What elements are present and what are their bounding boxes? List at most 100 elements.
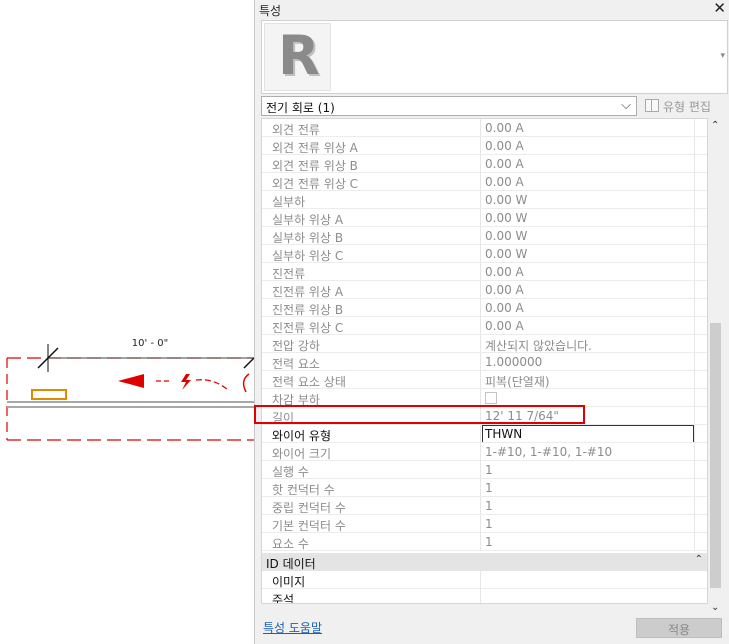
property-row[interactable]: 중립 컨덕터 수1 [262,497,707,515]
column-separator [694,515,695,533]
property-row[interactable]: 외견 전류 위상 A 0.00 A [262,137,707,155]
group-header-id-data[interactable]: ID 데이터 ⌃ [262,553,707,571]
panel-title: 특성 [259,4,282,18]
column-separator [694,155,695,173]
property-value: 0.00 W [485,211,528,225]
column-separator [694,497,695,515]
property-row[interactable]: 차감 부하 [262,389,707,407]
instance-filter-label: 전기 회로 (1) [266,101,335,115]
group-header-label: ID 데이터 [266,557,316,571]
scroll-up-icon[interactable]: ⌃ [711,120,719,131]
column-separator [694,209,695,227]
column-separator [480,533,481,551]
property-value: 0.00 A [485,283,524,297]
property-row[interactable]: 이미지 [262,571,707,589]
property-value: 1 [485,535,493,549]
circuit-arc [195,379,229,391]
canvas-drawing[interactable]: 10' - 0" [0,0,254,644]
property-value: 12' 11 7/64" [485,409,559,423]
instance-filter-select[interactable]: 전기 회로 (1) ⌵ [261,96,637,116]
property-value: 1 [485,463,493,477]
column-separator [694,173,695,191]
column-separator [480,299,481,317]
property-value: 1.000000 [485,355,543,369]
property-row[interactable]: 와이어 크기 1-#10, 1-#10, 1-#10 [262,443,707,461]
property-row[interactable]: 외견 전류 0.00 A [262,119,707,137]
column-separator [480,335,481,353]
properties-help-link[interactable]: 특성 도움말 [263,619,322,636]
property-row[interactable]: 실부하 위상 B 0.00 W [262,227,707,245]
column-separator [694,245,695,263]
column-separator [480,479,481,497]
edit-type-icon [645,99,659,112]
column-separator [480,245,481,263]
row-divider [262,550,707,551]
column-separator [480,191,481,209]
property-row[interactable]: 전력 요소 1.000000 [262,353,707,371]
column-separator [694,137,695,155]
property-value[interactable]: THWN [485,427,695,441]
column-separator [480,263,481,281]
column-separator [480,371,481,389]
property-row[interactable]: 실부하 0.00 W [262,191,707,209]
property-row[interactable]: 실부하 위상 C 0.00 W [262,245,707,263]
collapse-icon[interactable]: ⌃ [695,554,703,565]
edit-type-label: 유형 편집 [663,100,711,114]
scroll-down-icon[interactable]: ⌄ [711,602,719,613]
property-row[interactable]: 진전류 위상 C 0.00 A [262,317,707,335]
property-row[interactable]: 전압 강하 계산되지 않았습니다. [262,335,707,353]
electrical-component [31,389,67,400]
property-row[interactable]: 요소 수1 [262,533,707,551]
column-separator [694,353,695,371]
column-separator [694,461,695,479]
close-icon[interactable]: ✕ [713,0,726,17]
property-row[interactable]: 외견 전류 위상 C 0.00 A [262,173,707,191]
edit-type-button[interactable]: 유형 편집 [643,96,728,116]
property-row[interactable]: 기본 컨덕터 수1 [262,515,707,533]
property-value: 1 [485,499,493,513]
column-separator [480,389,481,407]
property-row[interactable]: 진전류 위상 B 0.00 A [262,299,707,317]
property-checkbox[interactable] [485,392,497,404]
property-row[interactable]: 실행 수1 [262,461,707,479]
chevron-down-icon[interactable]: ⌵ [621,98,631,113]
panel-titlebar[interactable]: 특성 ✕ [255,0,729,18]
column-separator [480,119,481,137]
property-row[interactable]: 진전류 0.00 A [262,263,707,281]
property-row[interactable]: 핫 컨덕터 수1 [262,479,707,497]
property-value: 0.00 A [485,301,524,315]
revit-logo-letter: R [278,24,320,87]
property-row[interactable]: 진전류 위상 A 0.00 A [262,281,707,299]
column-separator [480,443,481,461]
type-selector[interactable]: R ▾ [261,20,728,94]
property-value: 0.00 A [485,139,524,153]
column-separator [480,155,481,173]
property-row[interactable]: 전력 요소 상태 피복(단열재) [262,371,707,389]
property-value: 0.00 W [485,193,528,207]
chevron-down-icon[interactable]: ▾ [720,51,725,61]
home-run-arrow [118,374,144,388]
column-separator [480,407,481,425]
circuit-end-arc [242,373,250,393]
column-separator [694,533,695,551]
apply-button[interactable]: 적용 [636,618,722,638]
property-value: 1 [485,481,493,495]
drawing-canvas[interactable]: 10' - 0" [0,0,254,644]
scrollbar-thumb[interactable] [710,323,721,588]
property-value: 0.00 A [485,265,524,279]
property-row[interactable]: 와이어 유형 THWN [262,425,707,443]
properties-scrollbar[interactable]: ⌃ ⌄ [708,118,724,615]
property-value: 0.00 A [485,319,524,333]
property-row[interactable]: 외견 전류 위상 B 0.00 A [262,155,707,173]
column-separator [694,425,695,443]
property-row[interactable]: 주석 [262,589,707,603]
property-row[interactable]: 길이 12' 11 7/64" [262,407,707,425]
column-separator [694,281,695,299]
property-value: 0.00 A [485,157,524,171]
instance-filter-row: 전기 회로 (1) ⌵ 유형 편집 [261,96,728,116]
property-row[interactable]: 실부하 위상 A 0.00 W [262,209,707,227]
column-separator [480,571,481,589]
column-separator [480,281,481,299]
property-value: 1 [485,517,493,531]
column-separator [694,443,695,461]
